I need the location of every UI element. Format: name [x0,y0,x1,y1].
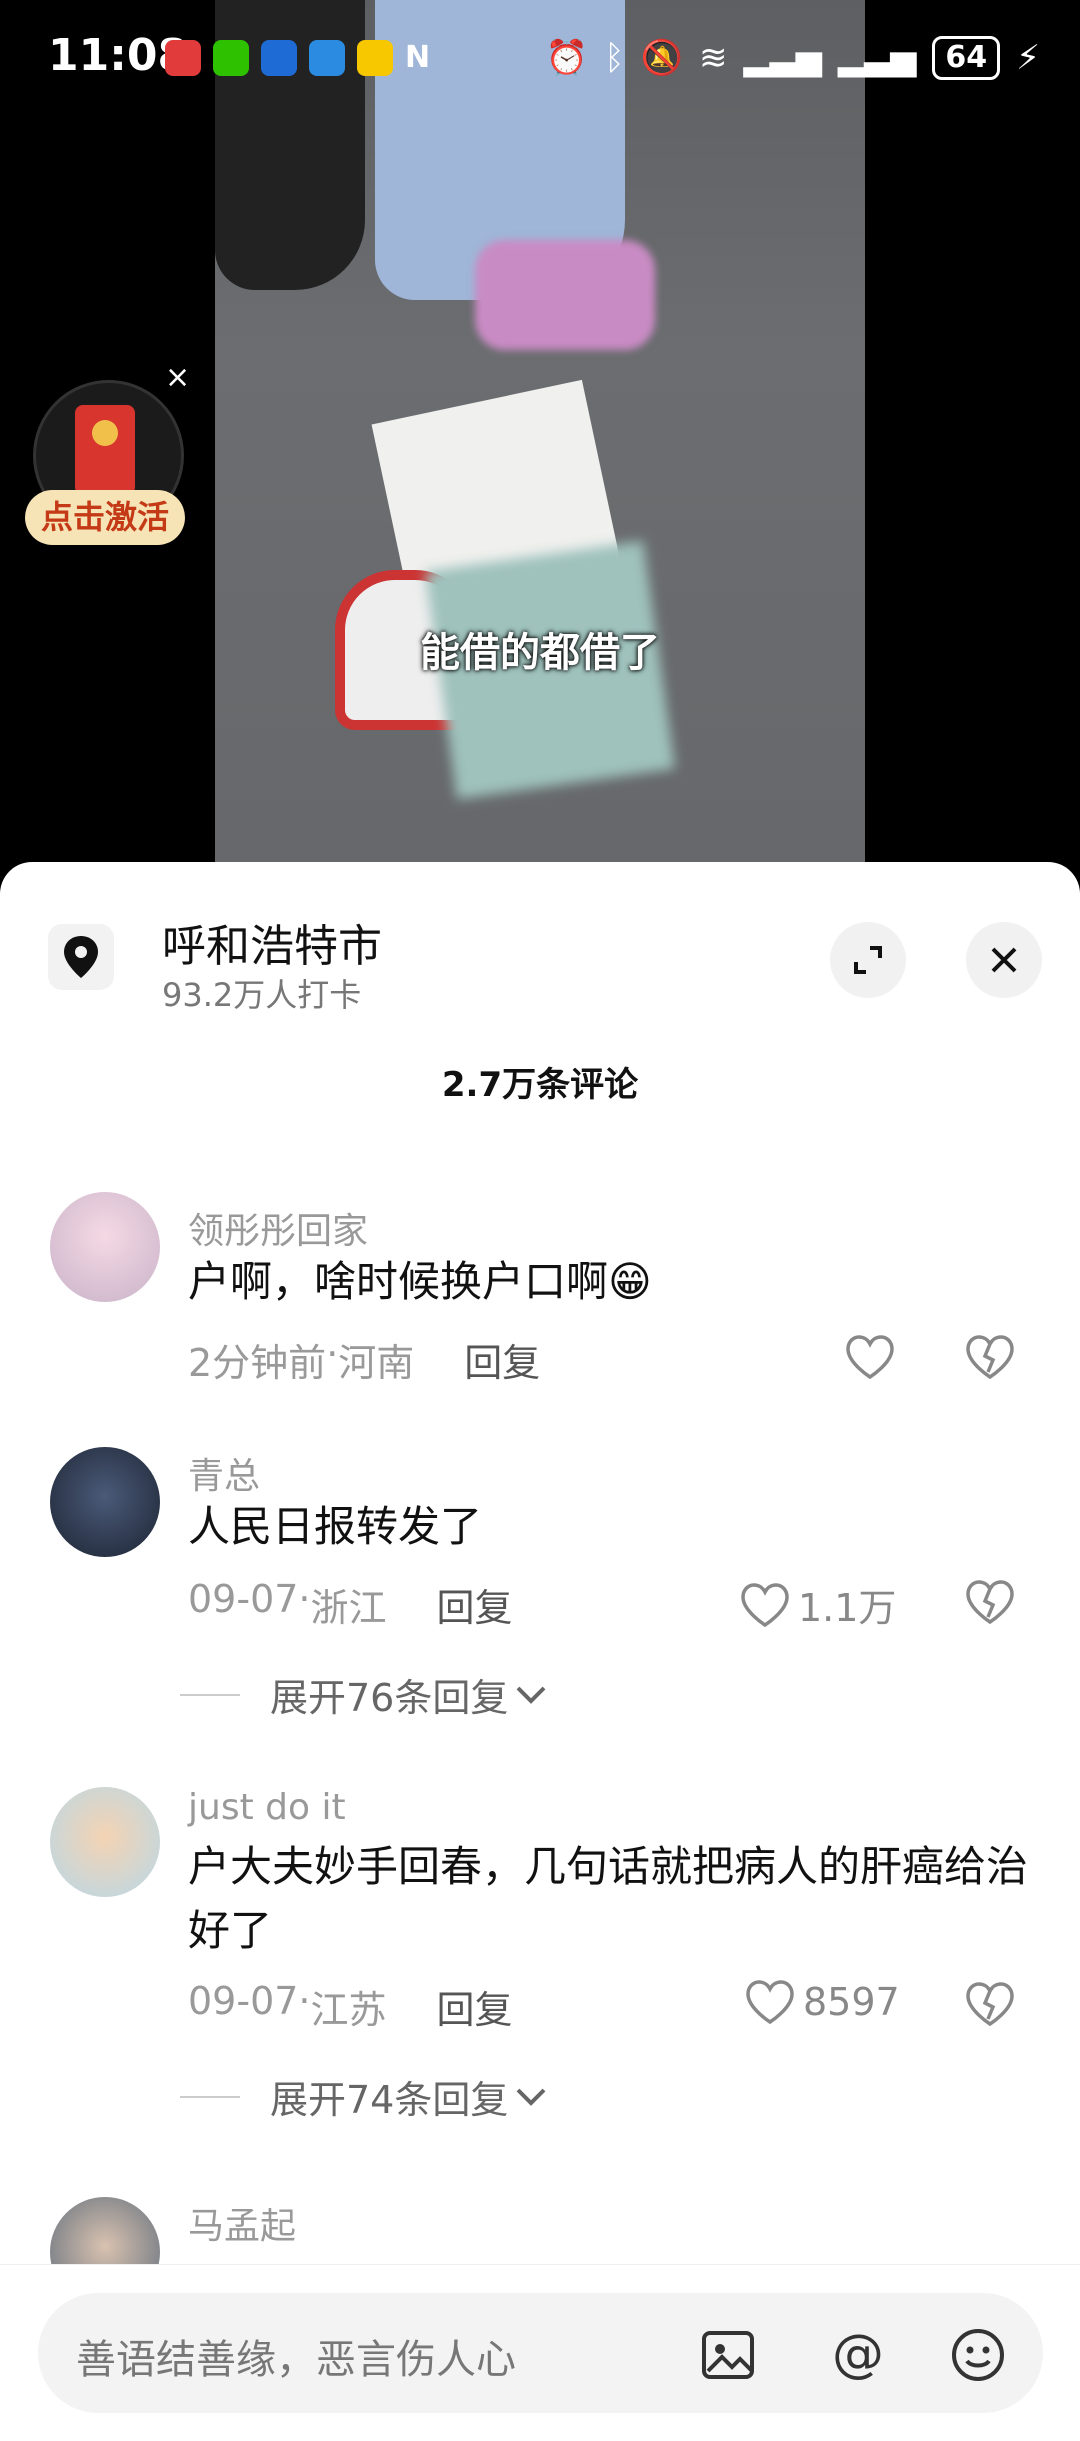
like-count: 8597 [803,1980,900,2024]
at-mention-icon[interactable]: @ [828,2325,888,2385]
comment-text: 户大夫妙手回春，几句话就把病人的肝癌给治好了 [188,1842,1029,1955]
comment-region: 江苏 [310,1988,387,2032]
status-bar: 11:08 N ⏰ ᛒ 🔕 ≋ ▂▃▅ ▂▃▅ 64 ⚡ [0,0,1080,120]
charging-icon: ⚡ [1016,38,1040,78]
comment-text: 户啊，啥时候换户口啊😁 [188,1257,652,1306]
comment-count: 2.7万条评论 [441,1065,639,1105]
comments-sheet: 呼和浩特市 93.2万人打卡 2.7万条评论 领彤彤回家 户啊，啥时候换户口啊😁… [0,862,1080,2441]
close-icon [991,947,1017,973]
comment-meta: 09-07 · 浙江 回复 [188,1577,513,1632]
wifi-icon: ≋ [698,38,728,78]
emoji-icon[interactable] [948,2325,1008,2385]
app-icon [261,40,297,76]
nfc-icon: N [405,40,431,75]
comment-username[interactable]: 青总 [188,1447,260,1499]
fullscreen-button[interactable] [830,922,906,998]
signal-icon-2: ▂▃▅ [837,38,917,78]
reply-button[interactable]: 回复 [437,1577,513,1632]
comment-username[interactable]: just do it [188,1787,346,1828]
alarm-icon: ⏰ [545,38,589,78]
like-count: 1.1万 [798,1586,897,1630]
dislike-button[interactable] [965,1981,1015,2031]
red-packet-close-icon[interactable]: × [165,360,190,395]
red-envelope-icon [75,405,135,495]
location-title[interactable]: 呼和浩特市 [162,910,382,974]
avatar[interactable] [50,1787,160,1897]
comment-username[interactable]: 马孟起 [188,2197,296,2249]
notification-icons: N [165,40,441,76]
huawei-app-icon [165,40,201,76]
system-icons: ⏰ ᛒ 🔕 ≋ ▂▃▅ ▂▃▅ 64 ⚡ [546,36,1040,80]
broken-heart-icon [966,1580,1014,1625]
like-button[interactable]: 1.1万 [740,1577,896,1632]
location-checkins: 93.2万人打卡 [162,976,362,1014]
like-button[interactable] [845,1334,903,1380]
image-icon[interactable] [698,2325,758,2385]
pillow [475,240,655,350]
reply-button[interactable]: 回复 [464,1332,540,1387]
expand-replies-label: 展开74条回复 [270,2078,509,2122]
comment-time: 09-07 [188,1577,299,1621]
heart-icon [741,1582,789,1627]
chevron-down-icon [516,1686,546,1704]
comment-time: 2分钟前 [188,1341,327,1385]
comment-username[interactable]: 领彤彤回家 [188,1202,368,1254]
bluetooth-icon: ᛒ [604,38,625,78]
svg-text:@: @ [832,2325,884,2384]
battery-indicator: 64 [932,36,1001,80]
expand-replies-button[interactable]: 展开76条回复 [180,1667,548,1722]
comment-meta: 09-07 · 江苏 回复 [188,1979,513,2034]
expand-icon [854,946,882,974]
car-app-icon [357,40,393,76]
wechat-icon [213,40,249,76]
heart-icon [746,1980,794,2025]
activate-badge[interactable]: 点击激活 [25,490,185,545]
comment-input[interactable]: 善语结善缘，恶言伤人心 @ [38,2293,1043,2413]
location-pin-icon [48,924,114,990]
chevron-down-icon [516,2088,546,2106]
broken-heart-icon [966,1982,1014,2027]
input-placeholder: 善语结善缘，恶言伤人心 [76,2337,516,2383]
mute-icon: 🔕 [640,38,683,78]
comment-input-bar: 善语结善缘，恶言伤人心 @ [0,2264,1080,2441]
heart-icon [846,1335,894,1380]
coin-icon [92,420,118,446]
dislike-button[interactable] [965,1579,1015,1629]
browser-icon [309,40,345,76]
video-subtitle: 能借的都借了 [420,630,660,676]
avatar[interactable] [50,1447,160,1557]
red-packet-widget[interactable]: 点击激活 [25,380,190,560]
comment-region: 河南 [338,1341,415,1385]
comment-time: 09-07 [188,1979,299,2023]
avatar[interactable] [50,1192,160,1302]
reply-button[interactable]: 回复 [437,1979,513,2034]
comment-region: 浙江 [310,1586,387,1630]
signal-icon: ▂▃▅ [743,38,822,78]
comment-text: 人民日报转发了 [188,1502,483,1551]
close-sheet-button[interactable] [966,922,1042,998]
expand-replies-label: 展开76条回复 [270,1676,509,1720]
dislike-button[interactable] [965,1334,1015,1384]
expand-replies-button[interactable]: 展开74条回复 [180,2069,548,2124]
comment-meta: 2分钟前 · 河南 回复 [188,1332,541,1387]
video-player[interactable]: 能借的都借了 [215,0,865,865]
broken-heart-icon [966,1335,1014,1380]
like-button[interactable]: 8597 [745,1979,900,2025]
